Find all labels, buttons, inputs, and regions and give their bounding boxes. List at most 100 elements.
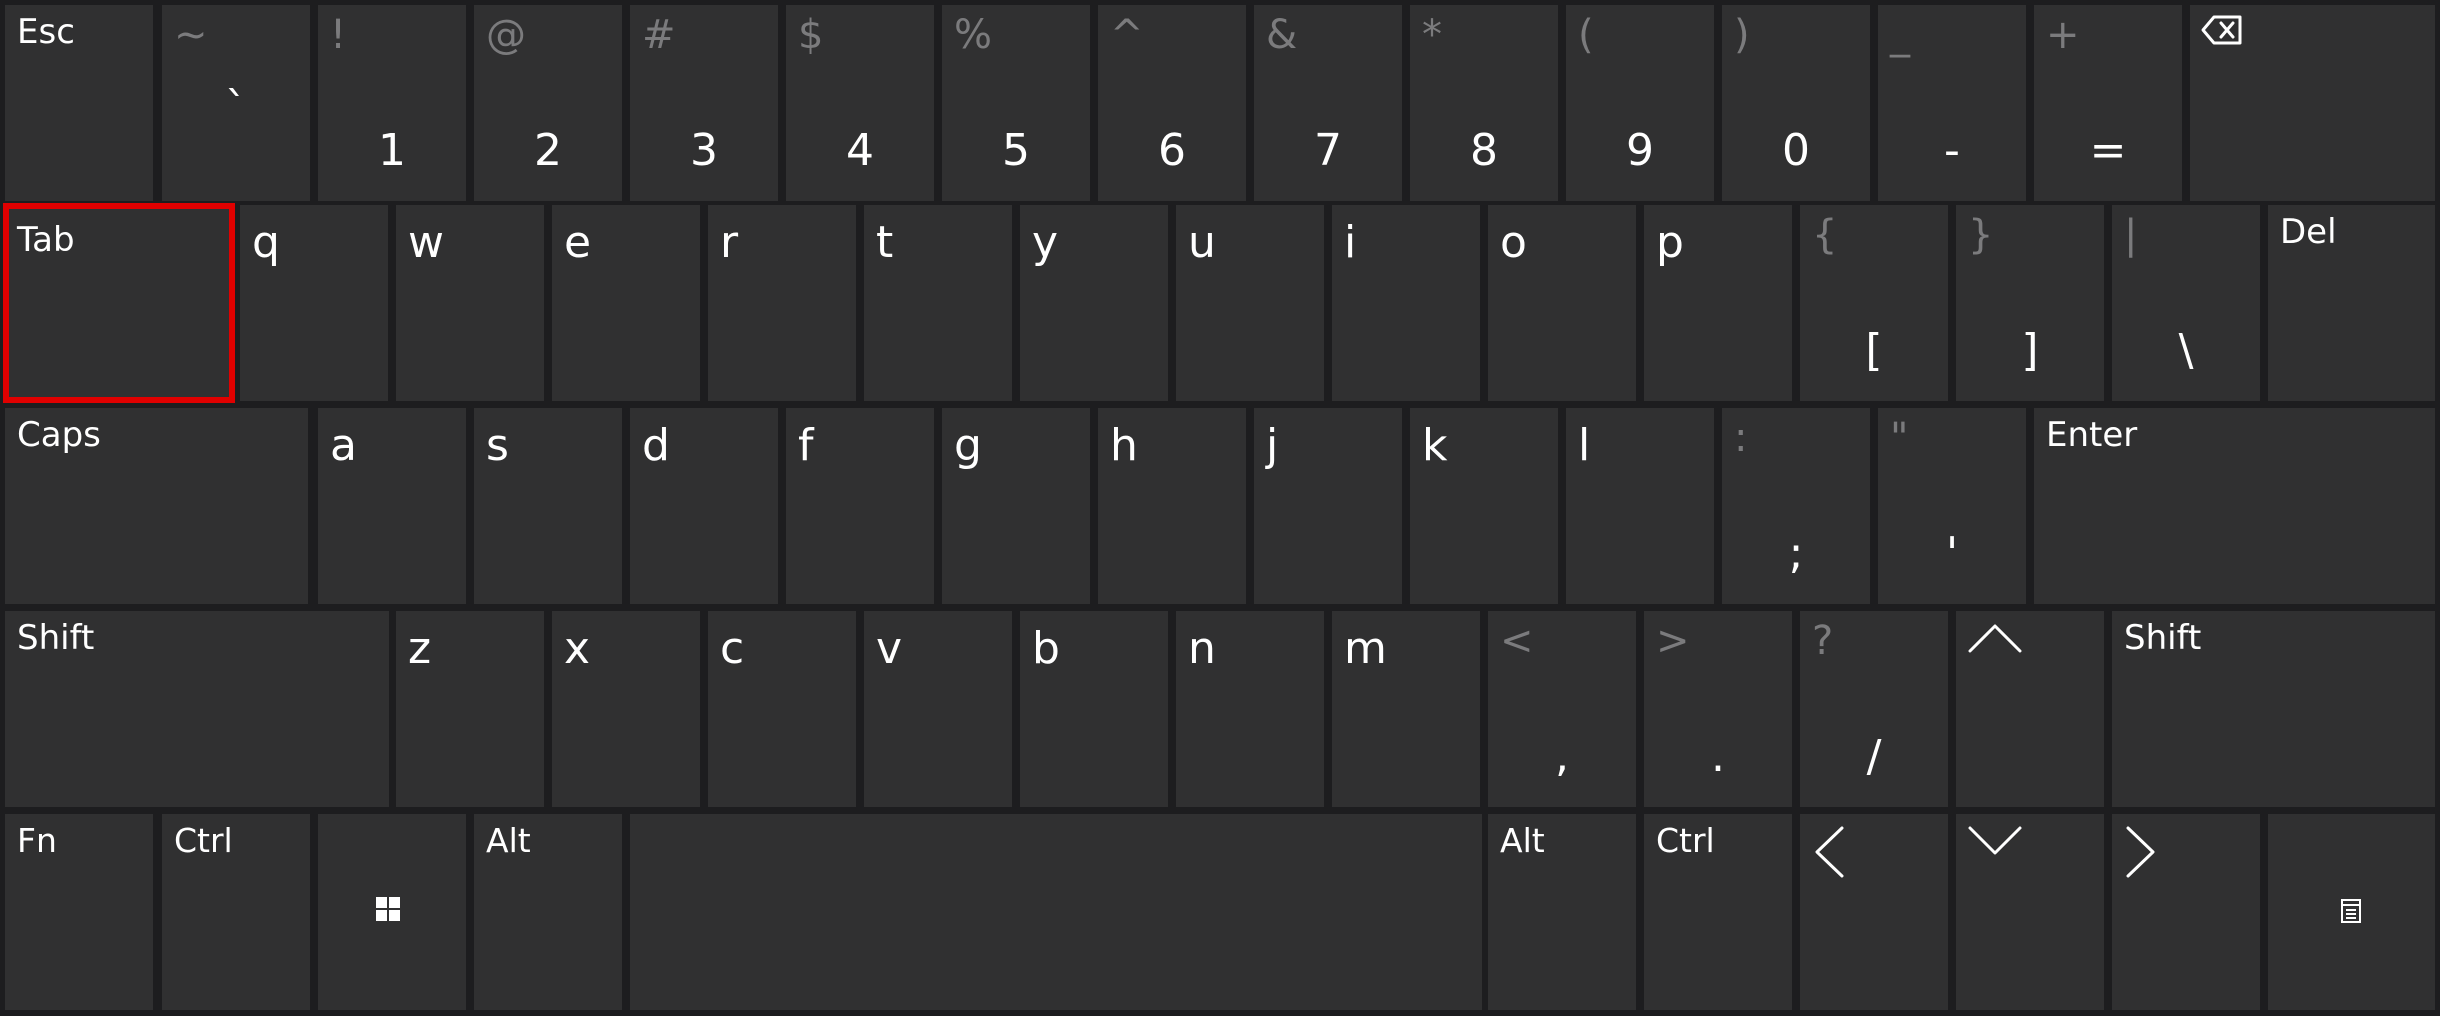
key-q-label: q	[252, 217, 280, 268]
key-8-shift: *	[1422, 12, 1442, 58]
key-arrow-up[interactable]	[1956, 611, 2104, 807]
key-esc[interactable]: Esc	[5, 5, 153, 201]
key-minus-base: -	[1944, 125, 1960, 176]
key-e-label: e	[564, 217, 592, 268]
key-ctrl-right[interactable]: Ctrl	[1644, 814, 1792, 1010]
backspace-icon	[2201, 15, 2242, 45]
key-4[interactable]: $ 4	[786, 5, 934, 201]
key-u-label: u	[1188, 217, 1216, 268]
key-c-label: c	[720, 623, 745, 674]
key-semicolon-shift: :	[1734, 415, 1748, 461]
key-b[interactable]: b	[1020, 611, 1168, 807]
key-3[interactable]: # 3	[630, 5, 778, 201]
key-9[interactable]: ( 9	[1566, 5, 1714, 201]
key-p[interactable]: p	[1644, 205, 1792, 401]
key-i-label: i	[1344, 217, 1357, 268]
key-del[interactable]: Del	[2268, 205, 2435, 401]
key-8[interactable]: * 8	[1410, 5, 1558, 201]
key-g[interactable]: g	[942, 408, 1090, 604]
key-backspace[interactable]	[2190, 5, 2435, 201]
key-comma[interactable]: < ,	[1488, 611, 1636, 807]
key-3-shift: #	[642, 12, 676, 58]
key-i[interactable]: i	[1332, 205, 1480, 401]
key-equals[interactable]: + =	[2034, 5, 2182, 201]
key-w[interactable]: w	[396, 205, 544, 401]
windows-logo-icon	[376, 897, 400, 921]
key-o[interactable]: o	[1488, 205, 1636, 401]
key-u[interactable]: u	[1176, 205, 1324, 401]
key-d[interactable]: d	[630, 408, 778, 604]
key-period[interactable]: > .	[1644, 611, 1792, 807]
key-alt-right[interactable]: Alt	[1488, 814, 1636, 1010]
key-n[interactable]: n	[1176, 611, 1324, 807]
key-1[interactable]: ! 1	[318, 5, 466, 201]
key-h-label: h	[1110, 420, 1138, 471]
key-5[interactable]: % 5	[942, 5, 1090, 201]
key-enter[interactable]: Enter	[2034, 408, 2435, 604]
key-shift-right[interactable]: Shift	[2112, 611, 2435, 807]
key-y[interactable]: y	[1020, 205, 1168, 401]
key-j-label: j	[1266, 420, 1279, 471]
key-alt-left[interactable]: Alt	[474, 814, 622, 1010]
key-c[interactable]: c	[708, 611, 856, 807]
key-k[interactable]: k	[1410, 408, 1558, 604]
key-v[interactable]: v	[864, 611, 1012, 807]
key-shift-left-label: Shift	[17, 618, 95, 658]
key-f[interactable]: f	[786, 408, 934, 604]
key-e[interactable]: e	[552, 205, 700, 401]
key-a-label: a	[330, 420, 357, 471]
key-s[interactable]: s	[474, 408, 622, 604]
key-z[interactable]: z	[396, 611, 544, 807]
key-m-label: m	[1344, 623, 1387, 674]
key-semicolon[interactable]: : ;	[1722, 408, 1870, 604]
key-space[interactable]	[630, 814, 1482, 1010]
key-q[interactable]: q	[240, 205, 388, 401]
key-1-shift: !	[330, 12, 347, 58]
key-caps[interactable]: Caps	[5, 408, 308, 604]
key-tab[interactable]: Tab	[3, 203, 235, 403]
key-7-shift: &	[1266, 12, 1298, 58]
key-minus[interactable]: _ -	[1878, 5, 2026, 201]
key-p-label: p	[1656, 217, 1684, 268]
key-ctrl-left[interactable]: Ctrl	[162, 814, 310, 1010]
key-7-base: 7	[1314, 125, 1342, 176]
on-screen-keyboard: Esc ~ ` ! 1 @ 2 # 3 $ 4 % 5 ^ 6 & 7 * 8 …	[0, 0, 2440, 1016]
key-quote[interactable]: " '	[1878, 408, 2026, 604]
key-left-bracket[interactable]: { [	[1800, 205, 1948, 401]
key-right-bracket[interactable]: } ]	[1956, 205, 2104, 401]
key-5-shift: %	[954, 12, 993, 58]
key-backslash[interactable]: | \	[2112, 205, 2260, 401]
key-h[interactable]: h	[1098, 408, 1246, 604]
key-x[interactable]: x	[552, 611, 700, 807]
key-right-bracket-base: ]	[2021, 325, 2039, 376]
key-menu[interactable]	[2268, 814, 2435, 1010]
key-y-label: y	[1032, 217, 1059, 268]
key-fn[interactable]: Fn	[5, 814, 153, 1010]
key-8-base: 8	[1470, 125, 1498, 176]
key-arrow-down[interactable]	[1956, 814, 2104, 1010]
key-n-label: n	[1188, 623, 1216, 674]
key-6[interactable]: ^ 6	[1098, 5, 1246, 201]
key-backtick[interactable]: ~ `	[162, 5, 310, 201]
key-0[interactable]: ) 0	[1722, 5, 1870, 201]
context-menu-icon	[2341, 899, 2361, 923]
key-7[interactable]: & 7	[1254, 5, 1402, 201]
key-fn-label: Fn	[17, 821, 57, 860]
key-j[interactable]: j	[1254, 408, 1402, 604]
key-left-bracket-base: [	[1865, 325, 1883, 376]
key-m[interactable]: m	[1332, 611, 1480, 807]
key-r[interactable]: r	[708, 205, 856, 401]
key-arrow-right[interactable]	[2112, 814, 2260, 1010]
key-l[interactable]: l	[1566, 408, 1714, 604]
keyboard-row-numbers: Esc ~ ` ! 1 @ 2 # 3 $ 4 % 5 ^ 6 & 7 * 8 …	[0, 5, 2440, 201]
key-arrow-left[interactable]	[1800, 814, 1948, 1010]
key-slash[interactable]: ? /	[1800, 611, 1948, 807]
key-shift-left[interactable]: Shift	[5, 611, 389, 807]
key-period-base: .	[1711, 731, 1725, 782]
key-l-label: l	[1578, 420, 1591, 471]
key-windows[interactable]	[318, 814, 466, 1010]
key-t[interactable]: t	[864, 205, 1012, 401]
key-2[interactable]: @ 2	[474, 5, 622, 201]
key-a[interactable]: a	[318, 408, 466, 604]
key-alt-left-label: Alt	[486, 821, 531, 860]
